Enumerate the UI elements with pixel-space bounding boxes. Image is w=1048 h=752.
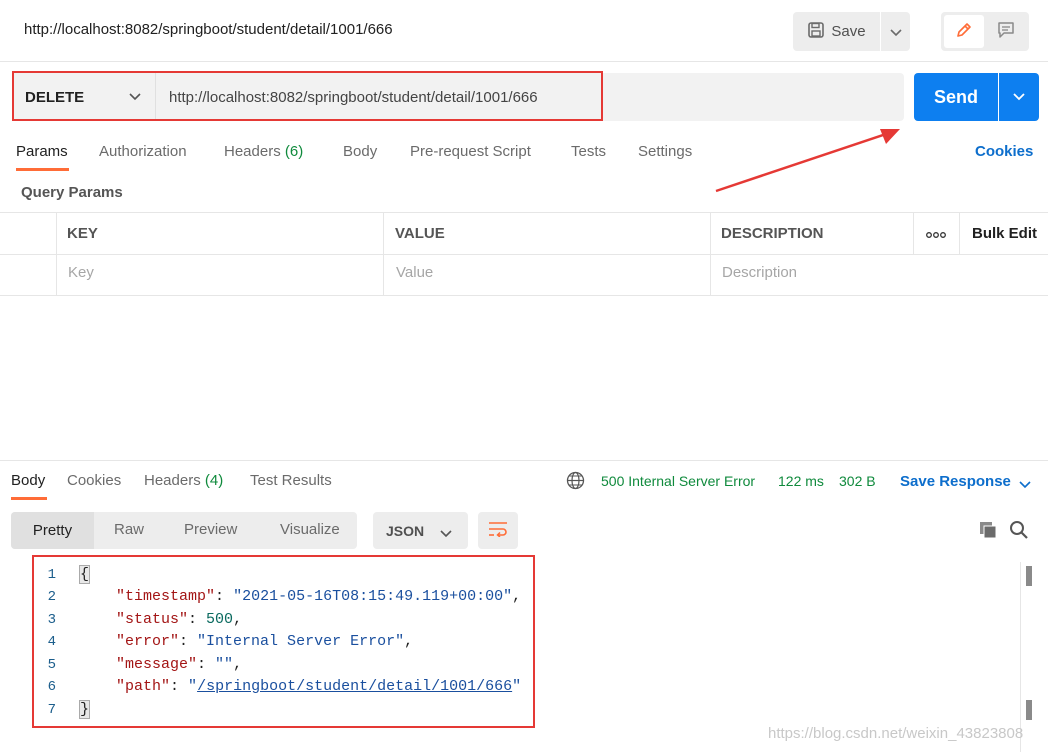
- response-tab-cookies[interactable]: Cookies: [67, 472, 121, 489]
- tab-body[interactable]: Body: [343, 143, 377, 160]
- tab-tests[interactable]: Tests: [571, 143, 606, 160]
- query-params-title: Query Params: [21, 184, 123, 201]
- response-tab-headers-count: (4): [204, 472, 224, 489]
- tab-authorization[interactable]: Authorization: [99, 143, 187, 160]
- tab-headers-label: Headers: [224, 143, 281, 160]
- chevron-down-icon[interactable]: [1019, 476, 1031, 492]
- tab-params[interactable]: Params: [16, 143, 68, 160]
- table-divider: [0, 254, 1048, 255]
- view-preview-button[interactable]: Preview: [184, 521, 237, 538]
- globe-icon[interactable]: [566, 471, 585, 493]
- chevron-down-icon: [889, 24, 902, 40]
- pane-divider[interactable]: [0, 460, 1048, 461]
- response-size[interactable]: 302 B: [839, 473, 876, 489]
- tab-settings[interactable]: Settings: [638, 143, 692, 160]
- column-divider: [56, 212, 57, 296]
- response-tab-body[interactable]: Body: [11, 472, 45, 489]
- save-dropdown-button[interactable]: [881, 12, 910, 51]
- tab-headers[interactable]: Headers (6): [224, 143, 303, 160]
- format-select[interactable]: JSON: [373, 512, 468, 549]
- column-divider: [959, 212, 960, 254]
- scrollbar-thumb[interactable]: [1026, 566, 1032, 586]
- save-label: Save: [831, 23, 866, 40]
- response-time[interactable]: 122 ms: [778, 473, 824, 489]
- column-divider: [913, 212, 914, 254]
- more-options-icon[interactable]: [926, 227, 946, 243]
- send-button[interactable]: Send: [914, 73, 998, 121]
- format-label: JSON: [386, 522, 425, 539]
- comments-mode-button[interactable]: [986, 15, 1026, 48]
- column-header-description: DESCRIPTION: [721, 225, 824, 242]
- chevron-down-icon: [440, 525, 452, 541]
- edit-mode-button[interactable]: [944, 15, 984, 48]
- response-tab-test-results[interactable]: Test Results: [250, 472, 332, 489]
- view-visualize-button[interactable]: Visualize: [280, 521, 340, 538]
- bulk-edit-button[interactable]: Bulk Edit: [972, 225, 1037, 242]
- cookies-link[interactable]: Cookies: [975, 143, 1033, 160]
- active-tab-indicator: [16, 168, 69, 171]
- annotation-box-response: [32, 555, 535, 728]
- annotation-arrow: [715, 129, 900, 193]
- active-tab-indicator: [11, 497, 47, 500]
- tab-headers-count: (6): [284, 143, 304, 160]
- comment-icon: [996, 20, 1016, 43]
- send-dropdown-button[interactable]: [999, 73, 1039, 121]
- column-header-key: KEY: [67, 225, 98, 242]
- view-raw-button[interactable]: Raw: [114, 521, 144, 538]
- pencil-icon: [954, 20, 974, 43]
- response-status[interactable]: 500 Internal Server Error: [601, 473, 755, 489]
- view-pretty-button[interactable]: Pretty: [11, 512, 94, 549]
- column-divider: [383, 212, 384, 296]
- search-icon[interactable]: [1009, 520, 1029, 543]
- wrap-lines-icon: [488, 521, 508, 540]
- wrap-lines-button[interactable]: [478, 512, 518, 549]
- table-divider: [0, 295, 1048, 296]
- save-button[interactable]: Save: [793, 12, 880, 51]
- description-input[interactable]: Description: [722, 264, 797, 281]
- save-response-button[interactable]: Save Response: [900, 473, 1011, 490]
- scrollbar-track[interactable]: [1020, 562, 1021, 752]
- tab-pre-request-script[interactable]: Pre-request Script: [410, 143, 531, 160]
- watermark: https://blog.csdn.net/weixin_43823808: [768, 725, 1024, 742]
- key-input[interactable]: Key: [68, 264, 94, 281]
- annotation-box-url: [12, 71, 603, 121]
- scrollbar-thumb[interactable]: [1026, 700, 1032, 720]
- floppy-disk-icon: [807, 21, 825, 43]
- chevron-down-icon: [1012, 89, 1026, 105]
- column-divider: [710, 212, 711, 296]
- request-tab-title: http://localhost:8082/springboot/student…: [24, 21, 393, 38]
- response-tab-headers[interactable]: Headers (4): [144, 472, 223, 489]
- response-tab-headers-label: Headers: [144, 472, 201, 489]
- value-input[interactable]: Value: [396, 264, 433, 281]
- copy-icon[interactable]: [978, 520, 998, 543]
- column-header-value: VALUE: [395, 225, 445, 242]
